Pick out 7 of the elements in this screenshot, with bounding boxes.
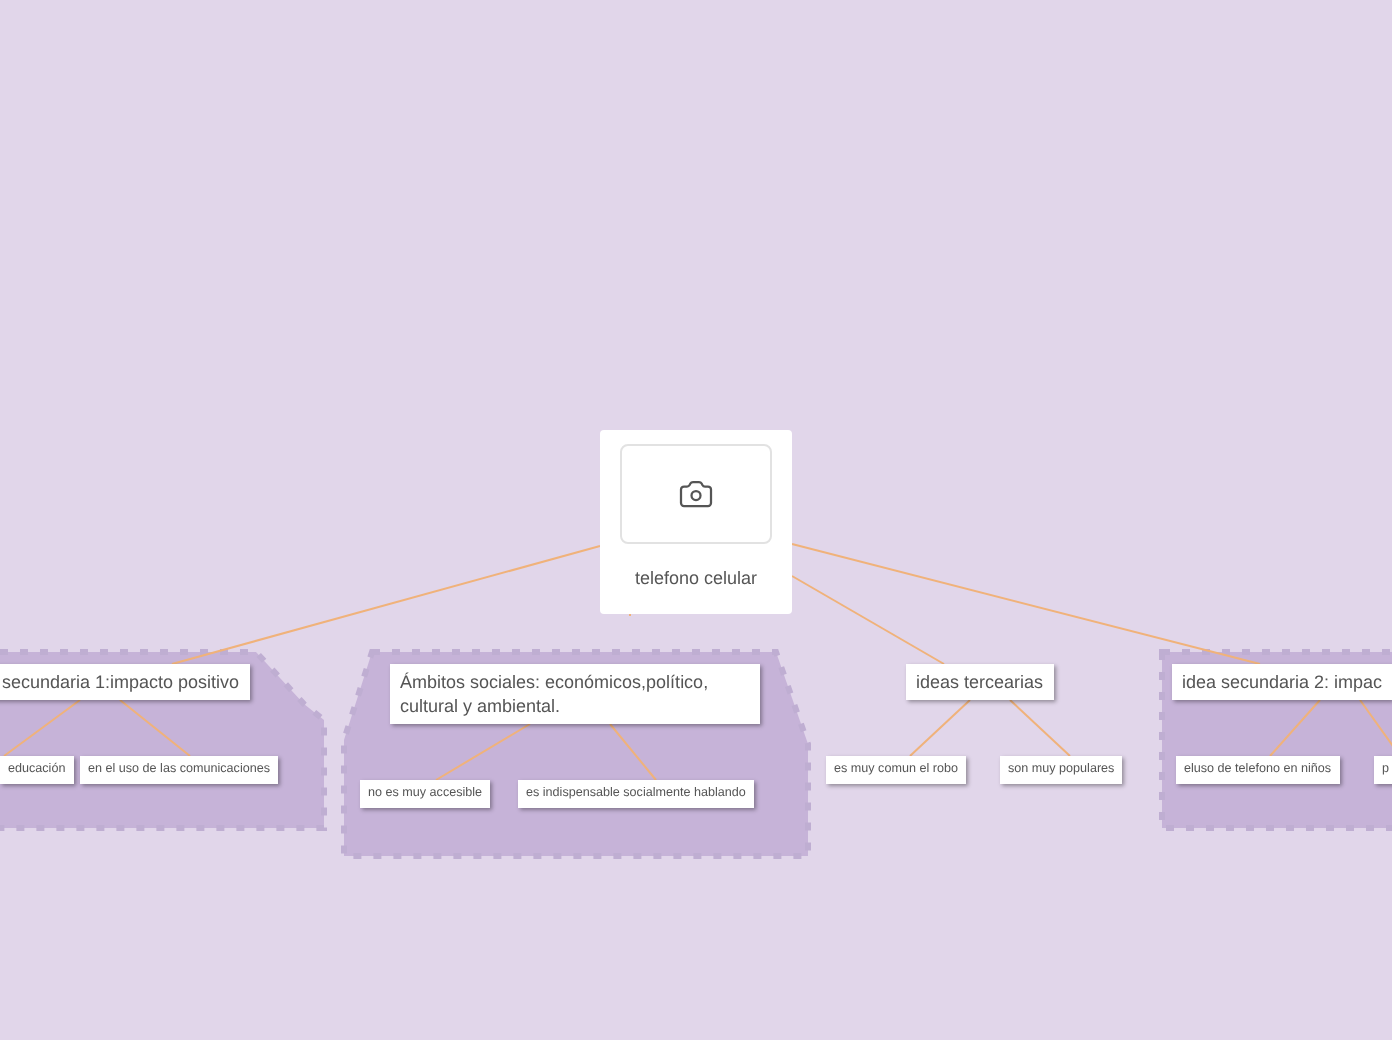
root-label: telefono celular [634,568,758,588]
topic-node[interactable]: Ámbitos sociales: económicos,político, cultural y ambiental. [390,664,760,724]
topic-node[interactable]: ideas tercearias [906,664,1054,700]
root-node[interactable]: telefono celular [600,430,792,614]
camera-icon [678,476,714,512]
topic-node[interactable]: secundaria 1:impacto positivo [0,664,250,700]
topic-node[interactable]: idea secundaria 2: impac [1172,664,1392,700]
